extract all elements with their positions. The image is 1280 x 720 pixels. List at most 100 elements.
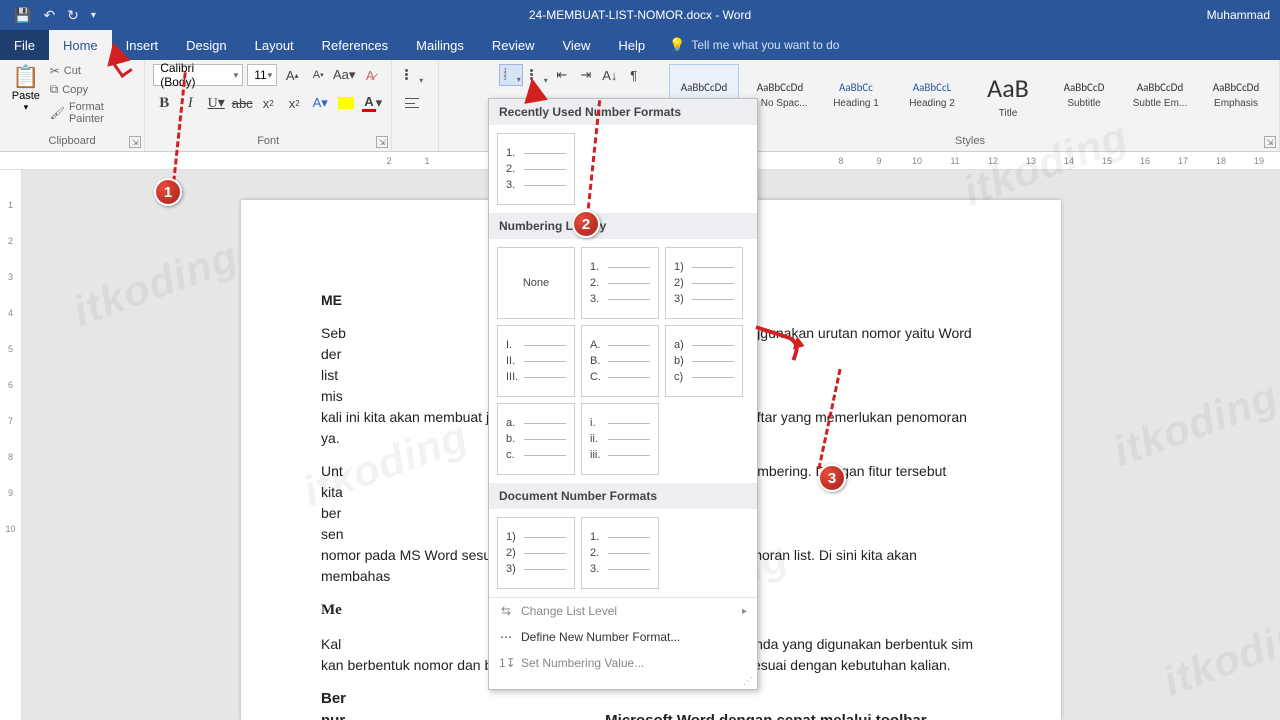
font-name-combo[interactable]: Calibri (Body) xyxy=(153,64,243,86)
numbering-format[interactable]: a)b)c) xyxy=(665,325,743,397)
bullets-button[interactable]: ▾ xyxy=(400,64,424,86)
numbering-format[interactable]: a.b.c. xyxy=(497,403,575,475)
font-color-button[interactable]: A▾ xyxy=(361,92,383,114)
group-font: Calibri (Body) 11 A▴ A▾ Aa▾ A̷ B I U▾ ab… xyxy=(145,60,392,151)
numbering-format[interactable]: I.II.III. xyxy=(497,325,575,397)
set-numbering-value-label: Set Numbering Value... xyxy=(521,656,644,670)
numbering-format[interactable]: 1.2.3. xyxy=(581,517,659,589)
indent-icon: ⇆ xyxy=(499,604,513,618)
copy-button[interactable]: ⧉Copy xyxy=(50,82,136,97)
text-effects-button[interactable]: A▾ xyxy=(309,92,331,114)
numbering-dropdown: Recently Used Number Formats 1.2.3. Numb… xyxy=(488,98,758,690)
style-heading-1[interactable]: AaBbCcHeading 1 xyxy=(821,64,891,126)
ribbon-tabs: File Home Insert Design Layout Reference… xyxy=(0,30,1280,60)
save-icon[interactable]: 💾 xyxy=(14,7,31,24)
ruler-vertical[interactable]: 12345678910 xyxy=(0,170,22,720)
highlight-button[interactable] xyxy=(335,92,357,114)
set-numbering-value: 1↧ Set Numbering Value... xyxy=(489,650,757,676)
style-subtle-em---[interactable]: AaBbCcDdSubtle Em... xyxy=(1125,64,1195,126)
decrease-indent-button[interactable]: ⇤ xyxy=(551,64,573,86)
style-heading-2[interactable]: AaBbCcLHeading 2 xyxy=(897,64,967,126)
document-title: 24-MEMBUAT-LIST-NOMOR.docx - Word xyxy=(529,8,751,22)
styles-launcher[interactable]: ⇲ xyxy=(1264,136,1276,148)
paste-icon: 📋 xyxy=(12,64,39,90)
numbering-format[interactable]: A.B.C. xyxy=(581,325,659,397)
copy-icon: ⧉ xyxy=(50,82,59,97)
clipboard-group-label: Clipboard xyxy=(8,135,136,149)
numbering-format[interactable]: 1.2.3. xyxy=(581,247,659,319)
qat-customize-icon[interactable]: ▾ xyxy=(91,10,96,21)
define-new-format[interactable]: ⋯ Define New Number Format... xyxy=(489,624,757,650)
show-marks-button[interactable]: ¶ xyxy=(623,64,645,86)
font-group-label: Font xyxy=(153,135,383,149)
align-left-button[interactable] xyxy=(400,92,424,114)
resize-grip[interactable]: ⋰ xyxy=(489,676,757,689)
redo-icon[interactable]: ↻ xyxy=(67,7,79,24)
change-list-level: ⇆ Change List Level ▸ xyxy=(489,598,757,624)
tab-design[interactable]: Design xyxy=(172,30,240,60)
style-title[interactable]: AaBTitle xyxy=(973,64,1043,126)
recent-header: Recently Used Number Formats xyxy=(489,99,757,125)
font-launcher[interactable]: ⇲ xyxy=(376,136,388,148)
style-subtitle[interactable]: AaBbCcDSubtitle xyxy=(1049,64,1119,126)
subscript-button[interactable]: x2 xyxy=(257,92,279,114)
clipboard-launcher[interactable]: ⇲ xyxy=(129,136,141,148)
tab-insert[interactable]: Insert xyxy=(112,30,173,60)
tell-me[interactable]: 💡 Tell me what you want to do xyxy=(659,30,849,60)
shrink-font-button[interactable]: A▾ xyxy=(307,64,329,86)
cut-button[interactable]: ✂ Cut xyxy=(50,64,136,78)
brush-icon: 🖌 xyxy=(50,106,65,120)
quick-access-toolbar: 💾 ↶ ↻ ▾ xyxy=(0,7,110,24)
tab-references[interactable]: References xyxy=(308,30,402,60)
grow-font-button[interactable]: A▴ xyxy=(281,64,303,86)
numbering-format[interactable]: i.ii.iii. xyxy=(581,403,659,475)
strikethrough-button[interactable]: abc xyxy=(231,92,253,114)
clear-formatting-button[interactable]: A̷ xyxy=(359,64,381,86)
setval-icon: 1↧ xyxy=(499,656,513,670)
tab-layout[interactable]: Layout xyxy=(241,30,308,60)
paste-label: Paste xyxy=(12,90,40,102)
copy-label: Copy xyxy=(62,84,88,96)
sort-button[interactable]: A↓ xyxy=(599,64,621,86)
numbering-button[interactable]: ▾ xyxy=(499,64,523,86)
define-new-format-label: Define New Number Format... xyxy=(521,630,680,644)
p4-left: Ber nur xyxy=(321,690,346,720)
bold-button[interactable]: B xyxy=(153,92,175,114)
document-header: Document Number Formats xyxy=(489,483,757,509)
p3a: Kal xyxy=(321,636,341,652)
numbering-format[interactable]: 1)2)3) xyxy=(497,517,575,589)
format-painter-label: Format Painter xyxy=(69,101,136,125)
group-clipboard: 📋 Paste ▾ ✂ Cut ⧉Copy 🖌 Format Painter Cli… xyxy=(0,60,145,151)
font-size-combo[interactable]: 11 xyxy=(247,64,277,86)
user-name[interactable]: Muhammad xyxy=(1207,8,1280,22)
change-list-level-label: Change List Level xyxy=(521,604,617,618)
underline-button[interactable]: U▾ xyxy=(205,92,227,114)
p4-right: Microsoft Word dengan cepat melalui tool… xyxy=(605,712,926,720)
cut-label: Cut xyxy=(64,65,81,77)
tab-mailings[interactable]: Mailings xyxy=(402,30,478,60)
numbering-format[interactable]: 1)2)3) xyxy=(665,247,743,319)
undo-icon[interactable]: ↶ xyxy=(43,7,55,24)
superscript-button[interactable]: x2 xyxy=(283,92,305,114)
styles-group-label: Styles xyxy=(669,135,1271,149)
numbering-format[interactable]: 1.2.3. xyxy=(497,133,575,205)
bulb-icon: 💡 xyxy=(669,37,685,53)
italic-button[interactable]: I xyxy=(179,92,201,114)
tab-home[interactable]: Home xyxy=(49,30,112,60)
change-case-button[interactable]: Aa▾ xyxy=(333,64,355,86)
group-paragraph: ▾ xyxy=(392,60,439,151)
style-emphasis[interactable]: AaBbCcDdEmphasis xyxy=(1201,64,1271,126)
scissors-icon: ✂ xyxy=(50,64,60,78)
tab-view[interactable]: View xyxy=(548,30,604,60)
tab-review[interactable]: Review xyxy=(478,30,549,60)
paste-button[interactable]: 📋 Paste ▾ xyxy=(8,64,44,125)
format-painter-button[interactable]: 🖌 Format Painter xyxy=(50,101,136,125)
increase-indent-button[interactable]: ⇥ xyxy=(575,64,597,86)
heading-left: ME xyxy=(321,292,342,308)
tab-file[interactable]: File xyxy=(0,30,49,60)
title-bar: 💾 ↶ ↻ ▾ 24-MEMBUAT-LIST-NOMOR.docx - Wor… xyxy=(0,0,1280,30)
numbering-none[interactable]: None xyxy=(497,247,575,319)
tab-help[interactable]: Help xyxy=(604,30,659,60)
multilevel-button[interactable]: ▾ xyxy=(525,64,549,86)
define-icon: ⋯ xyxy=(499,630,513,644)
